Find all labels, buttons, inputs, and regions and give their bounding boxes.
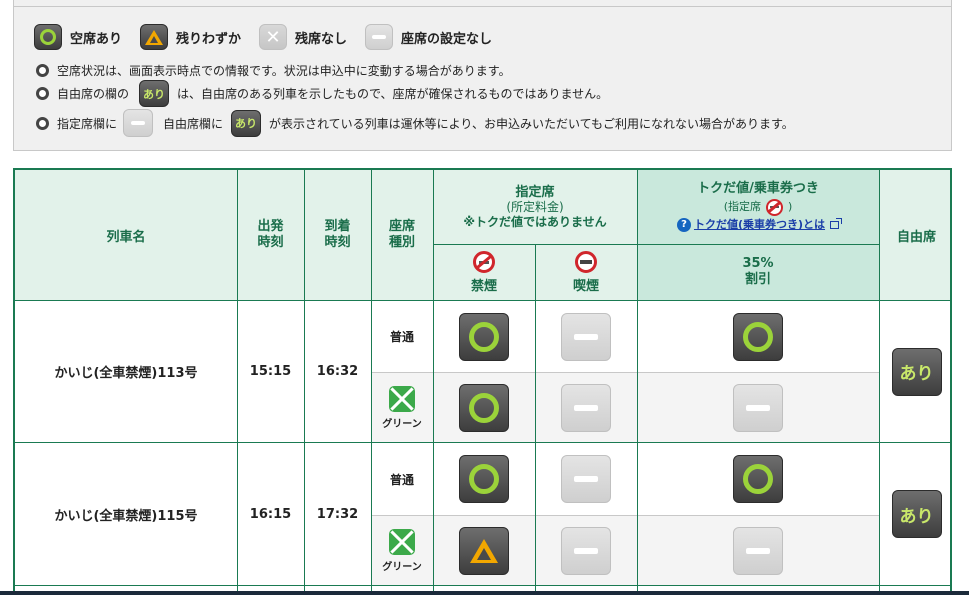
green-seat-available-button[interactable] xyxy=(459,383,509,432)
header-train-name: 列車名 xyxy=(15,170,237,300)
departure-time: 16:15 xyxy=(249,506,292,522)
available-icon xyxy=(469,392,499,423)
toku-available-button[interactable] xyxy=(733,312,783,361)
legend-unset: 座席の設定なし xyxy=(365,24,492,50)
legend-few: 残りわずか xyxy=(140,24,241,50)
ari-badge-icon: あり xyxy=(231,109,262,137)
no-setting-icon xyxy=(574,404,598,411)
legend-panel: 空席あり 残りわずか ✕ 残席なし 座席の設定なし 空席状況は、画面表示時点での… xyxy=(13,0,952,151)
available-icon xyxy=(743,464,773,494)
unreserved-ari-badge[interactable]: あり xyxy=(891,347,942,396)
header-toku: トクだ値/乗車券つき (指定席 ) ? トクだ値(乗車券つき)とは xyxy=(637,170,879,244)
green-car-icon xyxy=(389,385,415,412)
header-unreserved: 自由席 xyxy=(879,170,950,300)
unreserved-ari-badge[interactable]: あり xyxy=(891,490,942,538)
ari-badge-icon: あり xyxy=(139,80,170,107)
window-bottom-edge xyxy=(0,591,969,595)
legend-none-label: 残席なし xyxy=(295,31,348,47)
external-link-icon xyxy=(830,218,843,229)
legend-available-label: 空席あり xyxy=(70,31,123,47)
departure-time: 15:15 xyxy=(249,364,292,379)
legend-available: 空席あり xyxy=(34,24,122,50)
arrival-time: 17:32 xyxy=(316,506,359,522)
no-setting-icon xyxy=(574,476,598,482)
no-setting-icon xyxy=(123,109,154,137)
arrival-time: 16:32 xyxy=(316,364,359,379)
header-arrival: 到着 時刻 xyxy=(304,170,371,300)
no-smoking-icon xyxy=(766,198,783,216)
train-table: 列車名 出発 時刻 到着 時刻 座席 種別 指定席 (所定料金) ※トクだ値ではありま… xyxy=(13,168,952,595)
no-smoking-icon xyxy=(473,250,495,273)
note-2-text-pre: 自由席の欄の xyxy=(57,87,130,101)
available-icon xyxy=(34,24,62,50)
header-smoking: 喫煙 xyxy=(535,244,637,300)
seat-unset-cell xyxy=(561,383,611,432)
seat-unset-cell xyxy=(561,526,611,575)
green-car-icon xyxy=(389,528,415,555)
note-1: 空席状況は、画面表示時点での情報です。状況は申込中に変動する場合があります。 xyxy=(36,62,511,79)
note-1-text: 空席状況は、画面表示時点での情報です。状況は申込中に変動する場合があります。 xyxy=(57,64,511,78)
seat-class-green: グリーン xyxy=(371,373,433,442)
bullet-icon xyxy=(36,116,49,130)
available-icon xyxy=(469,464,499,494)
bullet-icon xyxy=(36,87,49,100)
note-3-text-post: が表示されている列車は運休等により、お申込みいただいてもご利用になれない場合があ… xyxy=(269,116,794,131)
header-nonsmoking: 禁煙 xyxy=(433,244,535,300)
note-3-text-mid: 自由席欄に xyxy=(163,116,224,131)
toku-unset-cell xyxy=(733,383,783,432)
no-setting-icon xyxy=(746,547,770,554)
train-name: かいじ(全車禁煙)113号 xyxy=(54,366,198,381)
note-3: 指定席欄に 自由席欄に あり が表示されている列車は運休等により、お申込みいただ… xyxy=(36,109,794,137)
note-2-text-post: は、自由席のある列車を示したもので、座席が確保されるものではありません。 xyxy=(177,87,609,101)
legend-items: 空席あり 残りわずか ✕ 残席なし 座席の設定なし xyxy=(34,22,510,52)
seat-available-button[interactable] xyxy=(459,312,509,361)
header-discount: 35% 割引 xyxy=(637,244,879,300)
seat-class-ordinary: 普通 xyxy=(389,330,414,344)
toku-info-link[interactable]: ? トクだ値(乗車券つき)とは xyxy=(676,216,843,234)
note-3-text-pre: 指定席欄に xyxy=(57,116,118,131)
header-seat-class: 座席 種別 xyxy=(371,170,433,300)
smoking-icon xyxy=(575,250,597,273)
no-setting-icon xyxy=(574,547,598,554)
toku-available-button[interactable] xyxy=(733,455,783,503)
green-seat-few-button[interactable] xyxy=(459,526,509,575)
few-seats-icon xyxy=(470,538,498,563)
legend-unset-label: 座席の設定なし xyxy=(401,31,493,47)
no-setting-icon xyxy=(746,404,770,411)
available-icon xyxy=(743,321,773,352)
seat-unset-cell xyxy=(561,312,611,361)
seat-unset-cell xyxy=(561,455,611,503)
toku-unset-cell xyxy=(733,526,783,575)
legend-none: ✕ 残席なし xyxy=(259,24,347,50)
few-seats-icon xyxy=(140,24,169,50)
header-reserved: 指定席 (所定料金) ※トクだ値ではありません xyxy=(433,170,637,244)
seat-available-button[interactable] xyxy=(459,455,509,503)
seat-class-green: グリーン xyxy=(371,516,433,585)
help-icon: ? xyxy=(676,218,691,232)
bullet-icon xyxy=(36,64,49,77)
header-departure: 出発 時刻 xyxy=(237,170,304,300)
legend-few-label: 残りわずか xyxy=(176,31,242,47)
available-icon xyxy=(469,321,499,352)
train-name: かいじ(全車禁煙)115号 xyxy=(54,508,198,524)
no-setting-icon xyxy=(574,333,598,340)
seat-class-ordinary: 普通 xyxy=(389,472,414,487)
no-setting-icon xyxy=(365,24,394,50)
note-2: 自由席の欄の あり は、自由席のある列車を示したもので、座席が確保されるものでは… xyxy=(36,80,608,107)
no-seats-icon: ✕ xyxy=(259,24,288,50)
